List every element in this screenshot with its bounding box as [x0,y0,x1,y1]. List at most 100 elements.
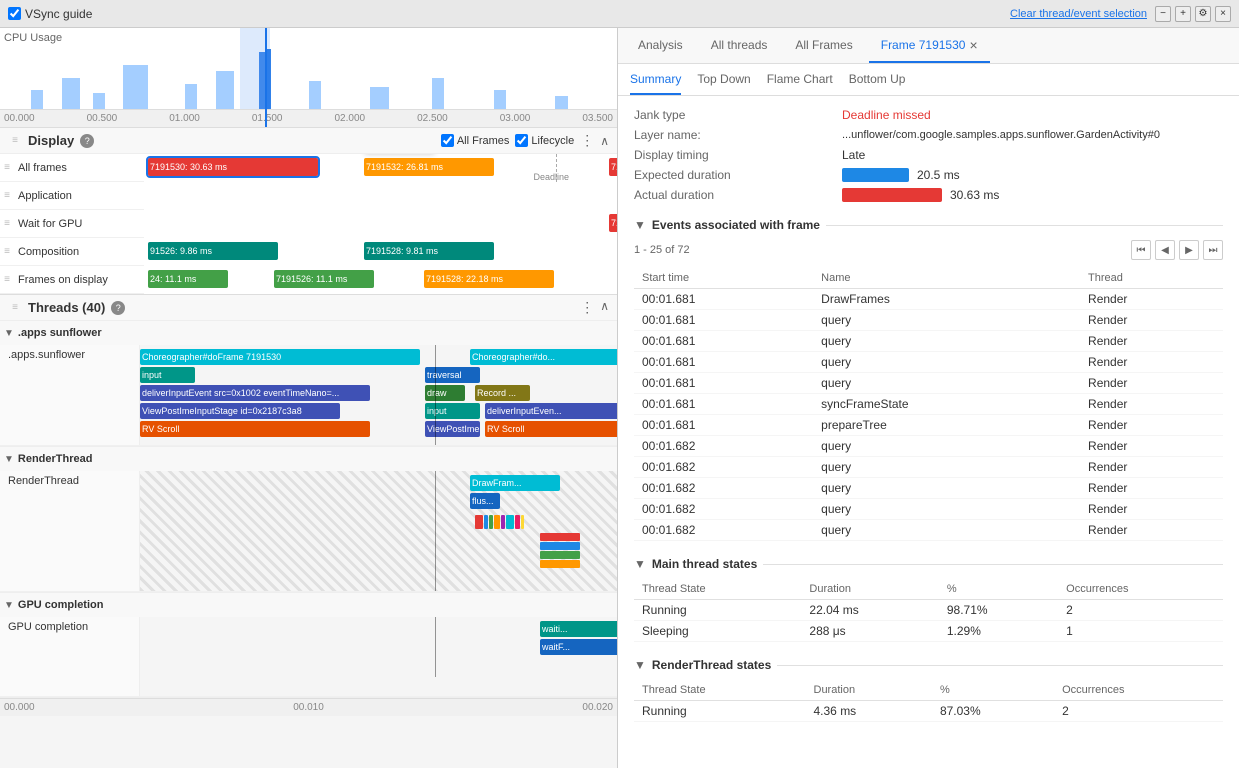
wait-gpu-bar[interactable]: 7191530... [609,214,617,232]
main-state-row-0[interactable]: Running22.04 ms98.71%2 [634,600,1223,621]
choreographer-bar[interactable]: Choreographer#doFrame 7191530 [140,349,420,365]
multicolor-bars[interactable] [475,515,524,529]
event-row-4[interactable]: 00:01.681queryRender [634,373,1223,394]
composition-handle[interactable]: ≡ [0,246,14,257]
event-row-1[interactable]: 00:01.681queryRender [634,310,1223,331]
sub-tab-summary[interactable]: Summary [630,64,681,95]
lifecycle-checkbox-label[interactable]: Lifecycle [515,134,574,147]
input-bar[interactable]: input [140,367,195,383]
sub-tab-bottom-up[interactable]: Bottom Up [849,64,906,95]
close-frame-tab-icon[interactable]: × [969,37,977,53]
waitf-bar[interactable]: waitF... [540,639,617,655]
close-button[interactable]: × [1215,6,1231,22]
drawframes-bar[interactable]: DrawFram... [470,475,560,491]
minimize-button[interactable]: − [1155,6,1171,22]
threads-help-icon[interactable]: ? [111,301,125,315]
event-row-2[interactable]: 00:01.681queryRender [634,331,1223,352]
threads-collapse-button[interactable]: ∧ [600,299,609,316]
event-row-6[interactable]: 00:01.681prepareTreeRender [634,415,1223,436]
display-drag-handle[interactable]: ≡ [8,135,22,146]
vsync-checkbox[interactable] [8,7,21,20]
fod-bar-2[interactable]: 7191526: 11.1 ms [274,270,374,288]
sub-tab-flame-chart[interactable]: Flame Chart [767,64,833,95]
gpu-group-header[interactable]: ▼ GPU completion [0,593,617,617]
frame-bar-7191530[interactable]: 7191530: 30.63 ms [148,158,318,176]
all-frames-handle[interactable]: ≡ [0,162,14,173]
event-row-8[interactable]: 00:01.682queryRender [634,457,1223,478]
frames-on-display-track[interactable]: 24: 11.1 ms 7191526: 11.1 ms 7191528: 22… [144,266,617,294]
application-handle[interactable]: ≡ [0,190,14,201]
render-thread-collapse-icon[interactable]: ▼ [634,658,646,672]
rv-scroll-bar[interactable]: RV Scroll [140,421,370,437]
deliverInputEven-bar[interactable]: deliverInputEven... [485,403,617,419]
tab-all-threads[interactable]: All threads [699,28,780,63]
wait-for-gpu-handle[interactable]: ≡ [0,218,14,229]
event-row-0[interactable]: 00:01.681DrawFramesRender [634,289,1223,310]
pagination-last-button[interactable]: ⏭ [1203,240,1223,260]
event-row-3[interactable]: 00:01.681queryRender [634,352,1223,373]
allframes-checkbox[interactable] [441,134,454,147]
rv-scroll-bar-2[interactable]: RV Scroll [485,421,617,437]
display-collapse-button[interactable]: ∧ [600,134,609,148]
event-row-9[interactable]: 00:01.682queryRender [634,478,1223,499]
input-bar-2[interactable]: input [425,403,480,419]
tab-frame-7191530[interactable]: Frame 7191530 × [869,28,990,63]
tab-analysis[interactable]: Analysis [626,28,695,63]
pagination-prev-button[interactable]: ◀ [1155,240,1175,260]
viewpostimeinp-bar[interactable]: ViewPostImeInp... [425,421,480,437]
tab-all-frames[interactable]: All Frames [783,28,864,63]
waiti-bar[interactable]: waiti... [540,621,617,637]
clear-selection-button[interactable]: Clear thread/event selection [1010,8,1147,20]
viewpost-bar[interactable]: ViewPostImeInputStage id=0x2187c3a8 [140,403,340,419]
display-help-icon[interactable]: ? [80,134,94,148]
event-row-7[interactable]: 00:01.682queryRender [634,436,1223,457]
frame-bar-7191530-2[interactable]: 7191530... [609,158,617,176]
threads-menu-icon[interactable]: ⋮ [580,299,594,316]
gpu-arrow-icon[interactable]: ▼ [4,600,14,611]
timeline-area[interactable]: CPU Usage 00.000 [0,28,617,128]
wait-for-gpu-track[interactable]: 7191530... [144,210,617,238]
settings-button[interactable]: ⚙ [1195,6,1211,22]
sub-tab-top-down[interactable]: Top Down [697,64,750,95]
main-thread-collapse-icon[interactable]: ▼ [634,557,646,571]
frame-bar-7191532[interactable]: 7191532: 26.81 ms [364,158,494,176]
analysis-content[interactable]: Jank type Deadline missed Layer name: ..… [618,96,1239,768]
sunflower-track-area[interactable]: Choreographer#doFrame 7191530 Choreograp… [140,345,617,445]
sunflower-group-header[interactable]: ▼ .apps sunflower [0,321,617,345]
fod-bar-1[interactable]: 24: 11.1 ms [148,270,228,288]
threads-drag-handle[interactable]: ≡ [8,302,22,313]
fod-bar-3[interactable]: 7191528: 22.18 ms [424,270,554,288]
render-track-area[interactable]: DrawFram... flus... [140,471,617,591]
deliver-input-bar[interactable]: deliverInputEvent src=0x1002 eventTimeNa… [140,385,370,401]
allframes-checkbox-label[interactable]: All Frames [441,134,510,147]
vsync-guide-label[interactable]: VSync guide [8,7,92,21]
expand-button[interactable]: + [1175,6,1191,22]
flush-bar[interactable]: flus... [470,493,500,509]
events-collapse-icon[interactable]: ▼ [634,218,646,232]
comp-bar-2[interactable]: 7191528: 9.81 ms [364,242,494,260]
pagination-first-button[interactable]: ⏮ [1131,240,1151,260]
application-track[interactable] [144,182,617,210]
pagination-next-button[interactable]: ▶ [1179,240,1199,260]
event-row-5[interactable]: 00:01.681syncFrameStateRender [634,394,1223,415]
composition-track[interactable]: 91526: 9.86 ms 7191528: 9.81 ms [144,238,617,266]
event-row-11[interactable]: 00:01.682queryRender [634,520,1223,541]
event-row-10[interactable]: 00:01.682queryRender [634,499,1223,520]
render-arrow-icon[interactable]: ▼ [4,454,14,465]
draw-bar[interactable]: draw [425,385,465,401]
record-bar[interactable]: Record ... [475,385,530,401]
choreographer-bar-2[interactable]: Choreographer#do... [470,349,617,365]
lifecycle-checkbox[interactable] [515,134,528,147]
ruler-mark-0: 00.000 [4,113,35,124]
sunflower-arrow-icon[interactable]: ▼ [4,328,14,339]
all-frames-track[interactable]: 7191530: 30.63 ms 7191532: 26.81 ms 7191… [144,154,617,182]
display-menu-icon[interactable]: ⋮ [580,132,594,149]
render-group-header[interactable]: ▼ RenderThread [0,447,617,471]
comp-bar-1[interactable]: 91526: 9.86 ms [148,242,278,260]
threads-content[interactable]: ▼ .apps sunflower .apps.sunflower Choreo… [0,321,617,768]
gpu-track-area[interactable]: waiti... waitF... [140,617,617,677]
main-state-row-1[interactable]: Sleeping288 μs1.29%1 [634,621,1223,642]
render-state-row-0[interactable]: Running4.36 ms87.03%2 [634,701,1223,722]
traversal-bar[interactable]: traversal [425,367,480,383]
frames-on-display-handle[interactable]: ≡ [0,274,14,285]
